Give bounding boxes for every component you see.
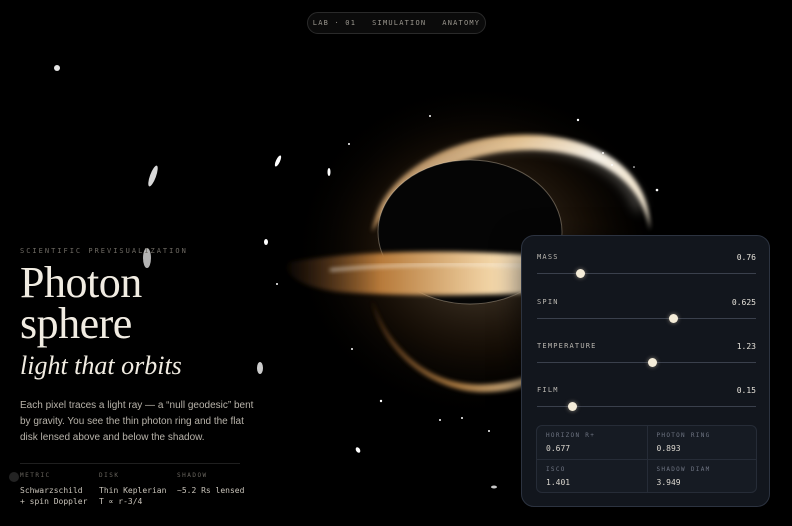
slider-value: 1.23 <box>736 342 756 351</box>
readout-isco: ISCO 1.401 <box>537 459 647 492</box>
meta-key: DISK <box>99 472 120 479</box>
slider-value: 0.15 <box>736 386 756 395</box>
meta-key: SHADOW <box>177 472 208 479</box>
slider-thumb[interactable] <box>568 402 578 411</box>
slider-value: 0.625 <box>731 298 756 307</box>
page-title: Photon sphere <box>20 261 142 346</box>
temperature-slider[interactable]: TEMPERATURE 1.23 <box>537 342 756 370</box>
title-line-2: sphere <box>20 299 132 348</box>
readout-horizon: HORIZON R+ 0.677 <box>537 426 647 459</box>
slider-thumb[interactable] <box>648 358 658 367</box>
readout-shadow-diam: SHADOW DIAM 3.949 <box>646 459 756 492</box>
slider-track[interactable] <box>537 273 756 274</box>
slider-thumb[interactable] <box>575 269 585 278</box>
meta-metric: METRIC Schwarzschild + spin Doppler <box>20 472 87 507</box>
readout-key: HORIZON R+ <box>546 432 596 439</box>
meta-key: METRIC <box>20 472 51 479</box>
top-nav: LAB · 01 SIMULATION ANATOMY <box>307 12 486 34</box>
hero-eyebrow: SCIENTIFIC PREVISUALIZATION <box>20 247 188 255</box>
meta-shadow: SHADOW ~5.2 Rs lensed <box>177 472 244 496</box>
slider-value: 0.76 <box>736 253 756 262</box>
readout-key: ISCO <box>546 466 566 473</box>
readout-key: PHOTON RING <box>656 432 711 439</box>
readout-value: 3.949 <box>656 478 681 487</box>
slider-track[interactable] <box>537 318 756 319</box>
nav-item-anatomy[interactable]: ANATOMY <box>442 19 480 27</box>
film-slider[interactable]: FILM 0.15 <box>537 386 756 414</box>
slider-track[interactable] <box>537 362 756 363</box>
nav-item-lab[interactable]: LAB · 01 <box>313 19 356 27</box>
slider-label: MASS <box>537 253 559 261</box>
meta-value: T ∝ r-3/4 <box>99 497 143 506</box>
slider-label: SPIN <box>537 298 559 306</box>
meta-value: ~5.2 Rs lensed <box>177 486 245 495</box>
meta-divider <box>20 463 240 464</box>
slider-label: TEMPERATURE <box>537 342 597 350</box>
meta-value: + spin Doppler <box>20 497 88 506</box>
mass-slider[interactable]: MASS 0.76 <box>537 253 756 281</box>
readout-photon-ring: PHOTON RING 0.893 <box>646 426 757 459</box>
slider-label: FILM <box>537 386 559 394</box>
readout-value: 1.401 <box>546 478 571 487</box>
readout-grid: HORIZON R+ 0.677 PHOTON RING 0.893 ISCO … <box>536 425 757 493</box>
control-panel: MASS 0.76 SPIN 0.625 TEMPERATURE 1.23 FI… <box>521 235 770 507</box>
readout-value: 0.677 <box>546 444 571 453</box>
nav-item-simulation[interactable]: SIMULATION <box>372 19 426 27</box>
readout-key: SHADOW DIAM <box>656 466 711 473</box>
readout-value: 0.893 <box>656 444 681 453</box>
meta-disk: DISK Thin Keplerian T ∝ r-3/4 <box>99 472 166 507</box>
spin-slider[interactable]: SPIN 0.625 <box>537 298 756 326</box>
meta-value: Schwarzschild <box>20 486 83 495</box>
slider-thumb[interactable] <box>668 314 678 323</box>
hero-description: Each pixel traces a light ray — a “null … <box>20 400 254 443</box>
meta-value: Thin Keplerian <box>99 486 167 495</box>
page-subtitle: light that orbits <box>20 351 182 380</box>
